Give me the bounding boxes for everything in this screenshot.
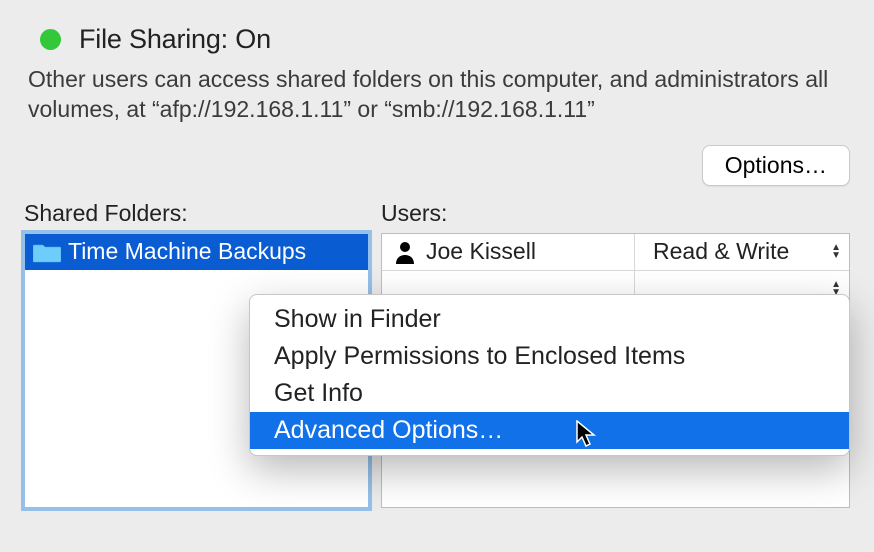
options-row: Options… <box>0 125 874 196</box>
sharing-description: Other users can access shared folders on… <box>0 65 874 125</box>
permission-stepper[interactable]: ▲ ▼ <box>831 244 841 260</box>
users-label: Users: <box>381 200 850 227</box>
ctx-item-get-info[interactable]: Get Info <box>250 375 849 412</box>
ctx-item-apply-permissions[interactable]: Apply Permissions to Enclosed Items <box>250 338 849 375</box>
shared-folders-label: Shared Folders: <box>24 200 369 227</box>
user-name: Joe Kissell <box>426 238 536 265</box>
permission-value: Read & Write <box>653 238 789 265</box>
ctx-item-show-in-finder[interactable]: Show in Finder <box>250 301 849 338</box>
permission-cell[interactable]: Read & Write ▲ ▼ <box>634 234 849 270</box>
folder-icon <box>33 241 61 263</box>
shared-folder-name: Time Machine Backups <box>68 238 306 265</box>
shared-folder-item[interactable]: Time Machine Backups <box>25 234 368 270</box>
status-title: File Sharing: On <box>79 24 271 55</box>
user-silhouette-icon <box>394 240 416 264</box>
user-name-cell: Joe Kissell <box>382 238 634 265</box>
chevron-down-icon: ▼ <box>831 252 841 260</box>
status-header: File Sharing: On <box>0 0 874 65</box>
cursor-icon <box>576 420 598 448</box>
user-row[interactable]: Joe Kissell Read & Write ▲ ▼ <box>382 234 849 271</box>
ctx-item-advanced-options[interactable]: Advanced Options… <box>250 412 849 449</box>
status-indicator-icon <box>40 29 61 50</box>
options-button[interactable]: Options… <box>702 145 850 186</box>
context-menu: Show in Finder Apply Permissions to Encl… <box>249 294 850 456</box>
